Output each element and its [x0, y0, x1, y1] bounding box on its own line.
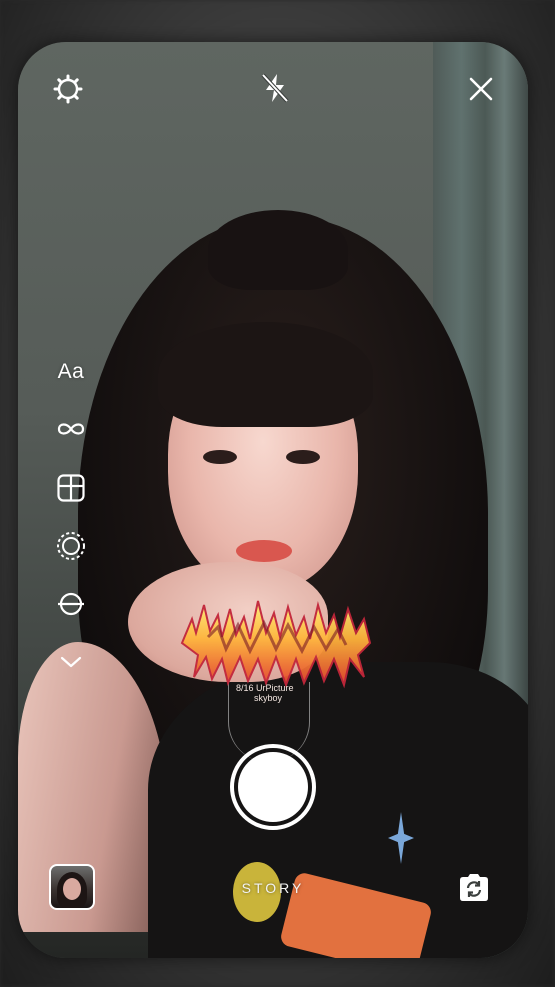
chevron-down-icon — [60, 656, 82, 668]
layout-button[interactable] — [48, 468, 94, 508]
subject-eye-left — [203, 450, 237, 464]
text-tool-button[interactable]: Aa — [48, 352, 94, 392]
mode-label-story[interactable]: STORY — [213, 880, 333, 896]
boomerang-infinity-icon — [57, 423, 85, 435]
close-icon — [469, 77, 493, 101]
sticker-caption-line2: skyboy — [254, 693, 283, 703]
more-tools-button[interactable] — [48, 642, 94, 682]
boomerang-button[interactable] — [48, 409, 94, 449]
layout-icon — [57, 474, 85, 502]
close-button[interactable] — [461, 69, 501, 109]
gear-icon — [53, 74, 83, 104]
flash-toggle-button[interactable] — [253, 66, 297, 110]
subject-topknot — [208, 210, 348, 290]
subject-lips — [236, 540, 292, 562]
sticker-caption-line1: 8/16 UrPicture — [236, 683, 294, 693]
metal-logo-graphic — [180, 600, 372, 689]
subject-bangs — [158, 322, 373, 427]
flash-off-icon — [261, 73, 289, 103]
shutter-inner — [238, 752, 308, 822]
gallery-thumbnail-button[interactable] — [49, 864, 95, 910]
metal-logo-sticker[interactable]: 8/16 UrPicture skyboy — [178, 597, 373, 712]
settings-button[interactable] — [48, 69, 88, 109]
camera-frame: 8/16 UrPicture skyboy Aa STORY — [18, 42, 528, 958]
flip-camera-icon — [460, 874, 488, 901]
subject-eye-right — [286, 450, 320, 464]
sticker-caption: 8/16 UrPicture skyboy — [236, 683, 294, 703]
hands-free-button[interactable] — [48, 526, 94, 566]
gallery-thumbnail-face — [63, 878, 81, 900]
hands-free-icon — [57, 532, 85, 560]
text-tool-label: Aa — [57, 360, 85, 383]
level-icon — [58, 592, 84, 616]
shutter-button[interactable] — [230, 744, 316, 830]
flip-camera-button[interactable] — [452, 866, 496, 910]
level-button[interactable] — [48, 584, 94, 624]
